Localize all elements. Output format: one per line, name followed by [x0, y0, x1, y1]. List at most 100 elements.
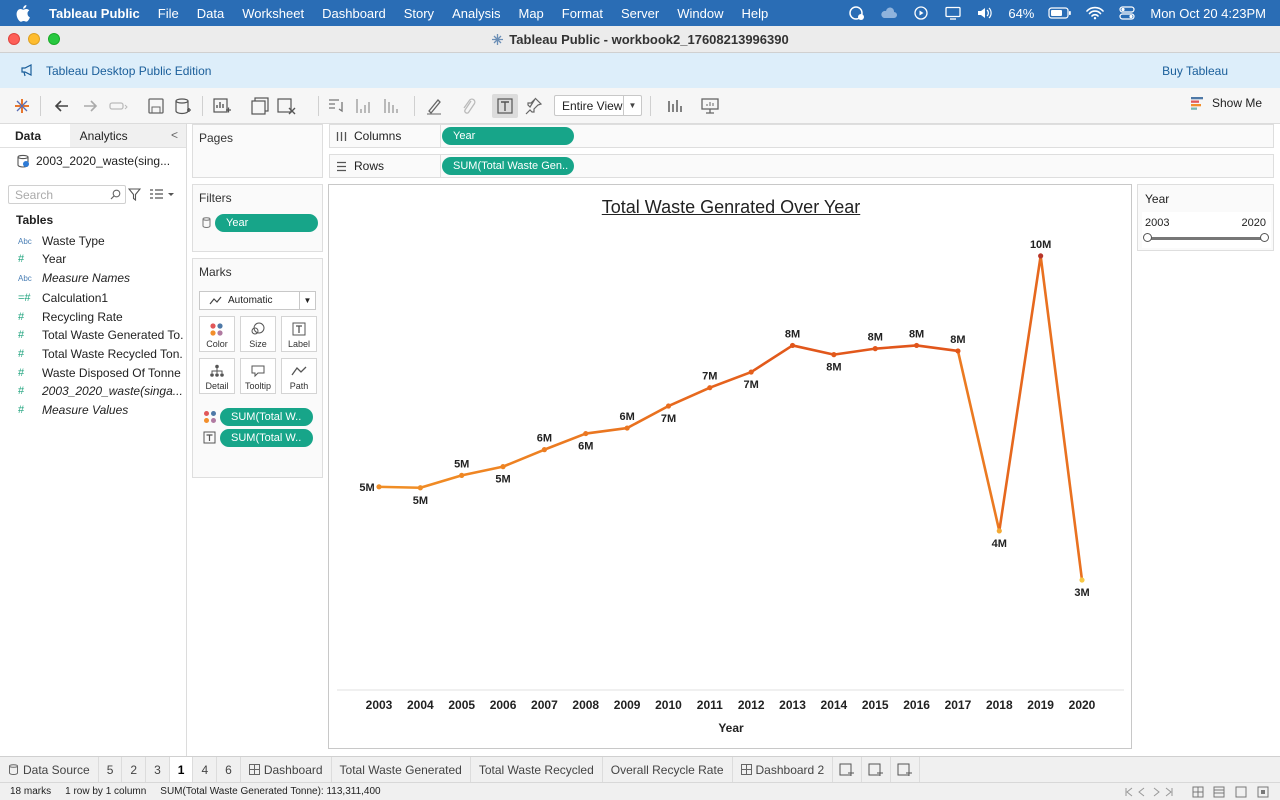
sheet-tab[interactable]: 4: [193, 756, 218, 783]
data-point[interactable]: [872, 346, 878, 352]
detail-button[interactable]: Detail: [199, 358, 235, 394]
view-mode-select[interactable]: Entire View ▼: [554, 95, 642, 116]
tab-analytics[interactable]: Analytics: [69, 124, 186, 147]
field-item[interactable]: # Year: [18, 252, 183, 266]
field-item[interactable]: # Total Waste Recycled Ton...: [18, 347, 183, 361]
data-point[interactable]: [831, 352, 837, 358]
clear-sheet-icon[interactable]: [276, 96, 296, 116]
field-item[interactable]: # Waste Disposed Of Tonne: [18, 366, 183, 380]
menu-server[interactable]: Server: [621, 6, 659, 21]
data-point[interactable]: [1079, 577, 1085, 583]
menu-dashboard[interactable]: Dashboard: [322, 6, 386, 21]
maximize-window-button[interactable]: [48, 33, 60, 45]
redo-icon[interactable]: [108, 96, 128, 116]
sort-descending-icon[interactable]: [382, 96, 402, 116]
view-options-icon[interactable]: [150, 188, 174, 200]
rows-shelf[interactable]: Rows SUM(Total Waste Gen..: [329, 154, 1274, 178]
display-icon[interactable]: [944, 6, 962, 20]
menu-app[interactable]: Tableau Public: [49, 6, 140, 21]
sheet-navigation-icon[interactable]: [1124, 787, 1184, 797]
swap-rows-columns-icon[interactable]: [326, 96, 346, 116]
play-icon[interactable]: [912, 6, 930, 20]
field-item[interactable]: #2003_2020_waste(singa...: [18, 384, 183, 398]
size-button[interactable]: Size: [240, 316, 276, 352]
color-button[interactable]: Color: [199, 316, 235, 352]
sheet-tab[interactable]: Total Waste Recycled: [471, 756, 603, 783]
field-item[interactable]: Abc Measure Names: [18, 271, 183, 285]
data-point[interactable]: [541, 447, 548, 453]
icloud-icon[interactable]: [880, 6, 898, 20]
mark-type-select[interactable]: Automatic ▼: [199, 291, 316, 310]
menu-worksheet[interactable]: Worksheet: [242, 6, 304, 21]
field-item[interactable]: # Measure Values: [18, 403, 183, 417]
menu-window[interactable]: Window: [677, 6, 723, 21]
fit-width-icon[interactable]: [666, 96, 686, 116]
minimize-window-button[interactable]: [28, 33, 40, 45]
sheet-tab[interactable]: 3: [146, 756, 170, 783]
sheet-tab[interactable]: 6: [217, 756, 241, 783]
new-story-tab-icon[interactable]: [891, 756, 921, 783]
year-slider-min-handle[interactable]: [1143, 233, 1152, 242]
presentation-mode-icon[interactable]: [700, 96, 720, 116]
data-point[interactable]: [583, 430, 589, 437]
view-switcher-icon[interactable]: [1192, 786, 1270, 798]
new-worksheet-icon[interactable]: [212, 96, 232, 116]
path-button[interactable]: Path: [281, 358, 317, 394]
show-me-button[interactable]: Show Me: [1190, 96, 1262, 110]
filter-icon[interactable]: [128, 188, 141, 201]
line-chart[interactable]: 5M 2003 5M 2004 5M 2005 5M 2006 6M 2007 6M 2008 6M 20…: [329, 185, 1133, 750]
volume-icon[interactable]: [976, 6, 994, 20]
data-point[interactable]: [789, 342, 796, 349]
battery-icon[interactable]: [1048, 6, 1072, 20]
new-worksheet-tab-icon[interactable]: [833, 756, 863, 783]
forward-icon[interactable]: [80, 96, 100, 116]
data-point[interactable]: [459, 472, 465, 478]
sheet-tab[interactable]: Dashboard 2: [733, 756, 834, 783]
menu-story[interactable]: Story: [404, 6, 434, 21]
chevron-down-icon[interactable]: ▼: [623, 96, 641, 115]
field-item[interactable]: Abc Waste Type: [18, 234, 183, 248]
data-point[interactable]: [500, 464, 506, 470]
data-point[interactable]: [1038, 253, 1044, 259]
sheet-tab[interactable]: Data Source: [0, 756, 99, 783]
menu-analysis[interactable]: Analysis: [452, 6, 500, 21]
duplicate-sheet-icon[interactable]: [250, 96, 270, 116]
color-pill[interactable]: SUM(Total W..: [220, 408, 313, 426]
menu-map[interactable]: Map: [518, 6, 543, 21]
sort-ascending-icon[interactable]: [354, 96, 374, 116]
sheet-tab[interactable]: Dashboard: [241, 756, 332, 783]
menu-format[interactable]: Format: [562, 6, 603, 21]
label-button[interactable]: Label: [281, 316, 317, 352]
year-slider-track[interactable]: [1143, 233, 1269, 242]
sheet-tab[interactable]: Total Waste Generated: [332, 756, 471, 783]
menu-help[interactable]: Help: [742, 6, 769, 21]
wifi-icon[interactable]: [1086, 6, 1105, 20]
control-center-icon[interactable]: [1118, 6, 1136, 20]
creative-cloud-icon[interactable]: [848, 6, 866, 20]
sheet-tab[interactable]: 5: [99, 756, 123, 783]
tableau-logo-icon[interactable]: [12, 96, 32, 116]
tab-data[interactable]: Data: [0, 124, 70, 147]
pages-shelf[interactable]: Pages: [192, 124, 323, 178]
data-point[interactable]: [913, 342, 920, 349]
filter-pill-year[interactable]: Year: [215, 214, 318, 232]
sheet-tab[interactable]: 2: [122, 756, 147, 783]
group-members-icon[interactable]: [458, 96, 478, 116]
data-point[interactable]: [624, 425, 630, 431]
menu-data[interactable]: Data: [197, 6, 224, 21]
label-pill[interactable]: SUM(Total W..: [220, 429, 313, 447]
pin-axes-icon[interactable]: [523, 96, 543, 116]
data-point[interactable]: [748, 369, 754, 375]
show-labels-icon[interactable]: [495, 96, 515, 116]
field-item[interactable]: # Total Waste Generated To...: [18, 328, 183, 342]
columns-shelf[interactable]: Columns Year: [329, 124, 1274, 148]
data-point[interactable]: [955, 348, 961, 354]
sheet-tab[interactable]: 1: [169, 756, 194, 783]
data-point[interactable]: [665, 403, 672, 409]
buy-tableau-link[interactable]: Buy Tableau: [1162, 64, 1228, 78]
datasource-item[interactable]: 2003_2020_waste(sing...: [16, 154, 170, 168]
data-point[interactable]: [996, 528, 1002, 534]
menu-file[interactable]: File: [158, 6, 179, 21]
rows-pill-sum[interactable]: SUM(Total Waste Gen..: [442, 157, 574, 175]
field-item[interactable]: =# Calculation1: [18, 291, 183, 305]
